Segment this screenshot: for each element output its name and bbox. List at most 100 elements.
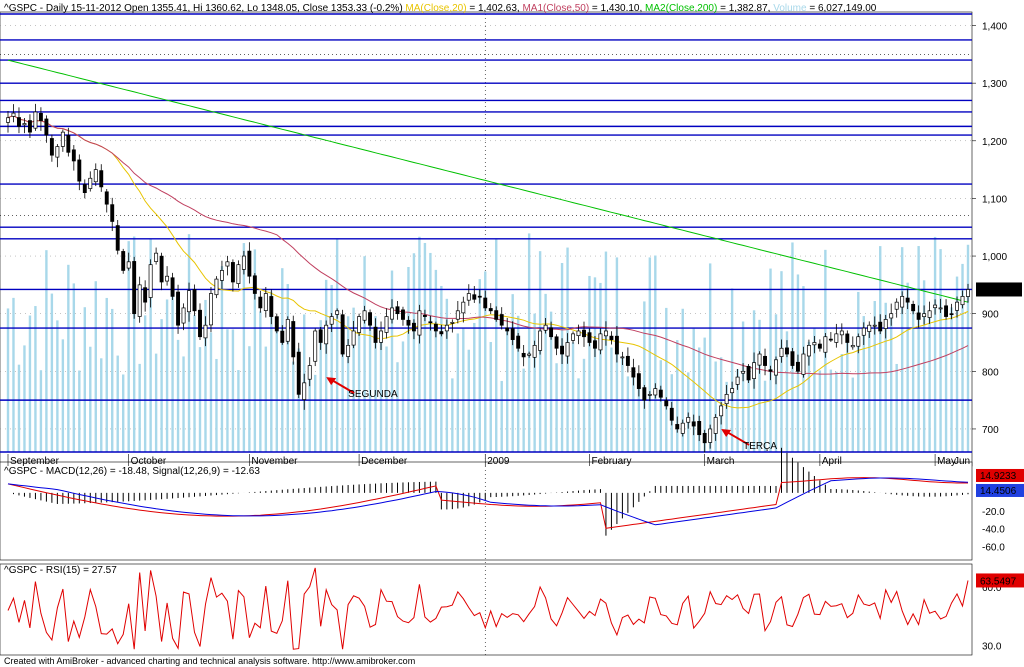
- candle-body[interactable]: [949, 313, 954, 316]
- candle-body[interactable]: [905, 297, 910, 303]
- candle-body[interactable]: [335, 310, 340, 315]
- candle-body[interactable]: [472, 294, 477, 300]
- candle-body[interactable]: [384, 316, 389, 333]
- candle-body[interactable]: [450, 321, 455, 324]
- candle-body[interactable]: [351, 330, 356, 346]
- candle-body[interactable]: [938, 307, 943, 310]
- candle-body[interactable]: [390, 307, 394, 320]
- candle-body[interactable]: [115, 225, 120, 251]
- candle-body[interactable]: [483, 297, 488, 309]
- candle-body[interactable]: [357, 316, 362, 333]
- candle-body[interactable]: [280, 330, 285, 343]
- candle-body[interactable]: [340, 314, 345, 355]
- candle-body[interactable]: [609, 335, 614, 340]
- candle-body[interactable]: [38, 112, 43, 121]
- candle-body[interactable]: [966, 289, 970, 297]
- candle-body[interactable]: [269, 296, 274, 317]
- candle-body[interactable]: [933, 304, 938, 309]
- candle-body[interactable]: [554, 336, 559, 349]
- candle-body[interactable]: [828, 338, 833, 341]
- candle-body[interactable]: [203, 324, 208, 339]
- candle-body[interactable]: [625, 355, 630, 366]
- candle-body[interactable]: [143, 287, 148, 303]
- candle-body[interactable]: [99, 170, 104, 188]
- candle-body[interactable]: [850, 345, 855, 348]
- candle-body[interactable]: [137, 284, 142, 317]
- candle-body[interactable]: [110, 204, 115, 222]
- candle-body[interactable]: [165, 275, 170, 282]
- candle-body[interactable]: [230, 262, 235, 283]
- candle-body[interactable]: [867, 324, 872, 332]
- candle-body[interactable]: [236, 264, 241, 284]
- candle-body[interactable]: [900, 296, 905, 308]
- candle-body[interactable]: [373, 326, 378, 343]
- candle-body[interactable]: [510, 328, 515, 340]
- candle-body[interactable]: [104, 191, 109, 205]
- candle-body[interactable]: [401, 309, 405, 320]
- candle-body[interactable]: [686, 417, 691, 423]
- candle-body[interactable]: [192, 289, 197, 312]
- candle-body[interactable]: [817, 343, 822, 349]
- candle-body[interactable]: [395, 306, 400, 315]
- candle-body[interactable]: [154, 252, 159, 262]
- candle-body[interactable]: [505, 327, 510, 332]
- candle-body[interactable]: [516, 335, 521, 349]
- candle-body[interactable]: [532, 345, 537, 358]
- candle-body[interactable]: [71, 149, 76, 162]
- candle-body[interactable]: [691, 421, 696, 427]
- candle-body[interactable]: [856, 336, 861, 347]
- candle-body[interactable]: [307, 365, 312, 380]
- candle-body[interactable]: [834, 333, 839, 343]
- candle-body[interactable]: [697, 421, 702, 436]
- candle-body[interactable]: [411, 322, 416, 332]
- candle-body[interactable]: [801, 353, 806, 375]
- candle-body[interactable]: [620, 356, 625, 359]
- candle-body[interactable]: [724, 394, 729, 405]
- candle-body[interactable]: [571, 333, 575, 341]
- candle-body[interactable]: [878, 321, 883, 332]
- candle-body[interactable]: [77, 159, 82, 182]
- candle-body[interactable]: [241, 255, 246, 270]
- candle-body[interactable]: [565, 342, 570, 357]
- candle-body[interactable]: [653, 388, 658, 396]
- candle-body[interactable]: [455, 310, 460, 320]
- candle-body[interactable]: [258, 296, 263, 309]
- candle-body[interactable]: [324, 324, 329, 345]
- candle-body[interactable]: [763, 355, 767, 366]
- candle-body[interactable]: [11, 112, 16, 117]
- candle-body[interactable]: [911, 303, 916, 312]
- candle-body[interactable]: [543, 324, 548, 331]
- candle-body[interactable]: [795, 361, 800, 372]
- candle-body[interactable]: [916, 312, 921, 320]
- candle-body[interactable]: [252, 275, 257, 294]
- candle-body[interactable]: [88, 177, 93, 189]
- candle-body[interactable]: [176, 291, 181, 326]
- candle-body[interactable]: [845, 333, 850, 343]
- candle-body[interactable]: [582, 329, 586, 338]
- candle-body[interactable]: [927, 310, 932, 318]
- candle-body[interactable]: [560, 345, 565, 355]
- candle-body[interactable]: [296, 351, 301, 395]
- candle-body[interactable]: [494, 310, 499, 320]
- candle-body[interactable]: [576, 330, 581, 337]
- candle-body[interactable]: [274, 316, 279, 332]
- candle-body[interactable]: [209, 293, 213, 326]
- candle-body[interactable]: [499, 314, 504, 326]
- candle-body[interactable]: [614, 335, 619, 355]
- candle-body[interactable]: [806, 345, 811, 357]
- candle-body[interactable]: [198, 309, 202, 338]
- candle-body[interactable]: [428, 321, 433, 324]
- candle-body[interactable]: [170, 277, 175, 297]
- candle-body[interactable]: [225, 261, 230, 267]
- candle-body[interactable]: [675, 424, 680, 430]
- candle-body[interactable]: [362, 310, 367, 321]
- candle-body[interactable]: [121, 251, 126, 271]
- candle-body[interactable]: [631, 367, 636, 378]
- candle-body[interactable]: [247, 250, 252, 277]
- candle-body[interactable]: [757, 353, 762, 366]
- candle-body[interactable]: [291, 321, 296, 358]
- candle-body[interactable]: [538, 330, 543, 351]
- candle-body[interactable]: [785, 347, 789, 355]
- candle-body[interactable]: [368, 312, 373, 326]
- candle-body[interactable]: [60, 131, 65, 147]
